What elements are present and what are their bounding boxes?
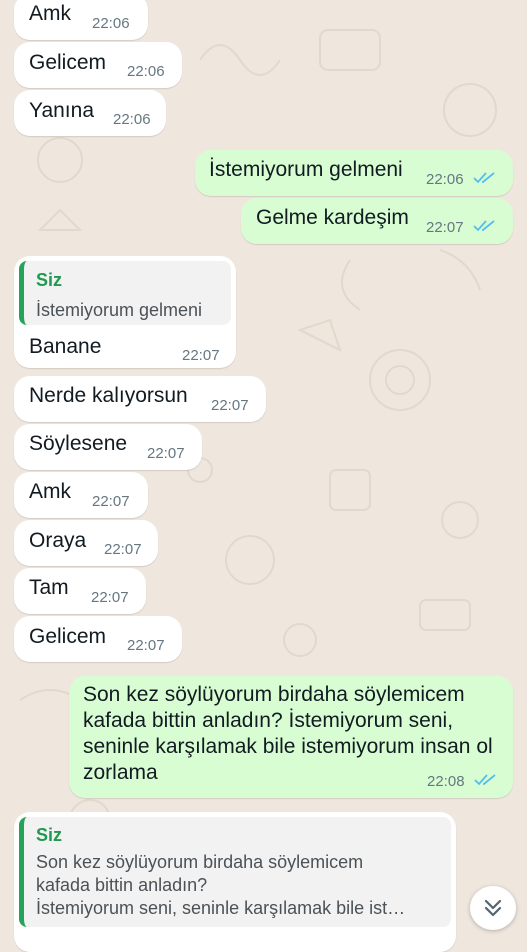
chevrons-down-icon — [484, 899, 502, 917]
message-text: Banane — [29, 335, 102, 358]
scroll-to-bottom-button[interactable] — [470, 886, 516, 930]
message-bubble[interactable]: Tam 22:07 — [14, 568, 146, 614]
message-text: Son kez söylüyorum birdaha söylemicem ka… — [83, 683, 493, 784]
quoted-message[interactable]: Siz Son kez söylüyorum birdaha söylemice… — [19, 817, 451, 927]
quoted-message[interactable]: Siz İstemiyorum gelmeni — [19, 261, 231, 325]
message-time: 22:07 — [91, 589, 129, 606]
message-text: Yanına — [29, 99, 94, 122]
double-check-icon — [473, 172, 495, 184]
message-bubble[interactable]: Nerde kalıyorsun 22:07 — [14, 376, 266, 422]
message-time: 22:07 — [104, 541, 142, 558]
message-text: Amk — [29, 480, 71, 503]
message-bubble[interactable]: Oraya 22:07 — [14, 520, 158, 566]
message-time: 22:07 — [92, 493, 130, 510]
double-check-icon — [474, 774, 496, 786]
message-bubble[interactable]: Gelicem 22:06 — [14, 42, 182, 88]
quote-author: Siz — [36, 825, 63, 845]
double-check-icon — [473, 220, 495, 232]
quote-text: Son kez söylüyorum birdaha söylemicem ka… — [36, 852, 406, 918]
message-list[interactable]: Amk 22:06 Gelicem 22:06 Yanına 22:06 İst… — [0, 0, 527, 952]
reply-message-bubble[interactable]: Siz Son kez söylüyorum birdaha söylemice… — [14, 812, 456, 952]
message-text: Nerde kalıyorsun — [29, 384, 188, 407]
message-bubble[interactable]: Gelme kardeşim 22:07 — [241, 198, 513, 244]
message-bubble[interactable]: Söylesene 22:07 — [14, 424, 202, 470]
message-time: 22:06 — [127, 63, 165, 80]
quote-author: Siz — [36, 270, 63, 290]
message-time: 22:07 — [147, 445, 185, 462]
message-time: 22:08 — [427, 773, 465, 790]
message-bubble[interactable]: İstemiyorum gelmeni 22:06 — [195, 150, 513, 196]
message-bubble[interactable]: Yanına 22:06 — [14, 90, 166, 136]
message-text: Gelme kardeşim — [256, 206, 409, 229]
message-text: İstemiyorum gelmeni — [209, 158, 403, 181]
message-bubble[interactable]: Son kez söylüyorum birdaha söylemicem ka… — [69, 676, 513, 798]
message-text: Oraya — [29, 529, 87, 552]
message-bubble[interactable]: Amk 22:06 — [14, 0, 148, 40]
message-time: 22:06 — [113, 111, 151, 128]
reply-message-bubble[interactable]: Siz İstemiyorum gelmeni Banane 22:07 — [14, 256, 236, 368]
message-text: Gelicem — [29, 51, 107, 74]
message-text: Amk — [29, 2, 71, 25]
message-bubble[interactable]: Amk 22:07 — [14, 472, 148, 518]
message-text: Tam — [29, 576, 69, 599]
message-text: Söylesene — [29, 432, 128, 455]
message-time: 22:07 — [182, 347, 220, 364]
message-time: 22:06 — [92, 15, 130, 32]
message-time: 22:07 — [127, 637, 165, 654]
quote-text: İstemiyorum gelmeni — [36, 300, 203, 320]
message-time: 22:07 — [211, 397, 249, 414]
message-text: Gelicem — [29, 625, 107, 648]
message-time: 22:07 — [426, 219, 464, 236]
message-time: 22:06 — [426, 171, 464, 188]
message-bubble[interactable]: Gelicem 22:07 — [14, 616, 182, 662]
